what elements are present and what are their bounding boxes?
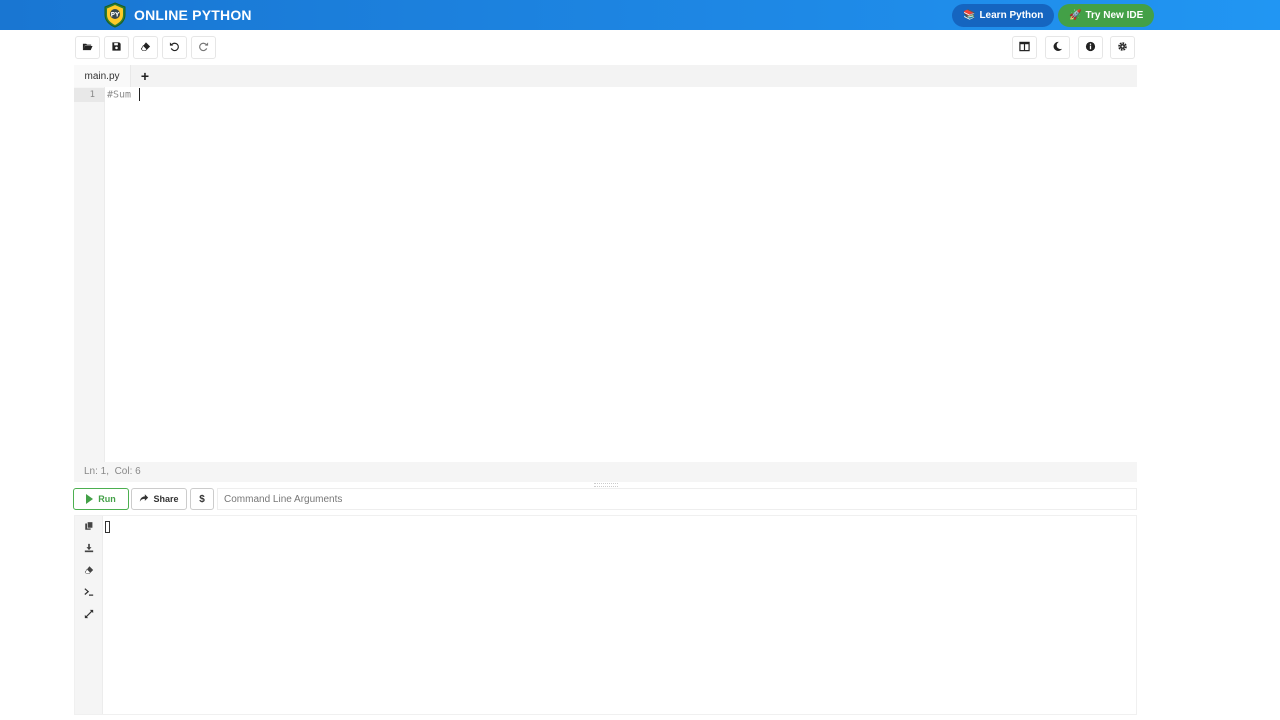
terminal-mode-button[interactable]	[82, 586, 96, 600]
redo-button[interactable]	[191, 36, 216, 59]
eraser-icon	[140, 41, 151, 55]
cursor-position: Ln: 1, Col: 6	[84, 466, 141, 477]
command-line-arguments-input[interactable]	[217, 488, 1137, 510]
settings-gear-icon	[1117, 41, 1128, 55]
tab-main-py[interactable]: main.py	[74, 65, 131, 87]
play-icon	[86, 494, 94, 504]
dark-mode-moon-icon	[1052, 41, 1063, 55]
open-file-button[interactable]	[75, 36, 100, 59]
download-output-button[interactable]	[82, 542, 96, 556]
text-cursor	[139, 88, 141, 101]
code-text: #Sum	[107, 89, 138, 101]
undo-button[interactable]	[162, 36, 187, 59]
folder-open-icon	[82, 41, 93, 55]
download-icon	[84, 543, 94, 556]
dark-mode-button[interactable]	[1045, 36, 1070, 59]
layout-toggle-button[interactable]	[1012, 36, 1037, 59]
brand[interactable]: PY ONLINE PYTHON	[102, 2, 252, 28]
rocket-icon: 🚀	[1069, 10, 1082, 21]
brand-title: ONLINE PYTHON	[134, 7, 252, 23]
dollar-label: $	[199, 493, 205, 505]
share-button[interactable]: Share	[131, 488, 187, 510]
code-line[interactable]: #Sum	[107, 88, 141, 102]
info-icon	[1085, 41, 1096, 55]
terminal-sidebar	[75, 516, 103, 714]
stdin-button[interactable]: $	[190, 488, 214, 510]
run-label: Run	[98, 494, 116, 504]
panel-resize-handle[interactable]	[594, 483, 618, 487]
clear-code-button[interactable]	[133, 36, 158, 59]
info-button[interactable]	[1078, 36, 1103, 59]
share-label: Share	[153, 494, 179, 504]
editor-status-bar: Ln: 1, Col: 6	[74, 462, 1137, 482]
top-navbar: PY ONLINE PYTHON 📚 Learn Python 🚀 Try Ne…	[0, 0, 1280, 30]
terminal-cursor	[105, 521, 110, 533]
svg-text:PY: PY	[111, 12, 120, 19]
save-icon	[111, 41, 122, 55]
books-icon: 📚	[963, 10, 976, 21]
try-new-ide-label: Try New IDE	[1085, 10, 1144, 21]
expand-icon	[84, 609, 94, 622]
redo-icon	[198, 41, 209, 55]
learn-python-label: Learn Python	[979, 10, 1044, 21]
expand-terminal-button[interactable]	[82, 608, 96, 622]
terminal-output[interactable]	[74, 515, 1137, 715]
learn-python-button[interactable]: 📚 Learn Python	[952, 4, 1055, 27]
layout-columns-icon	[1019, 41, 1030, 55]
add-file-button[interactable]: +	[134, 65, 156, 87]
share-arrow-icon	[139, 493, 149, 505]
run-button[interactable]: Run	[73, 488, 129, 510]
eraser-icon	[84, 565, 94, 578]
copy-icon	[84, 521, 94, 534]
copy-output-button[interactable]	[82, 520, 96, 534]
line-number: 1	[74, 88, 105, 102]
save-button[interactable]	[104, 36, 129, 59]
plus-icon: +	[140, 68, 150, 84]
try-new-ide-button[interactable]: 🚀 Try New IDE	[1058, 4, 1155, 27]
clear-output-button[interactable]	[82, 564, 96, 578]
python-shield-logo-icon: PY	[102, 2, 128, 28]
line-number-gutter: 1	[74, 87, 105, 462]
undo-icon	[169, 41, 180, 55]
code-editor[interactable]: 1 #Sum	[74, 87, 1137, 462]
terminal-prompt-icon	[84, 587, 94, 600]
settings-button[interactable]	[1110, 36, 1135, 59]
editor-tabs-bar: main.py +	[74, 65, 1137, 87]
